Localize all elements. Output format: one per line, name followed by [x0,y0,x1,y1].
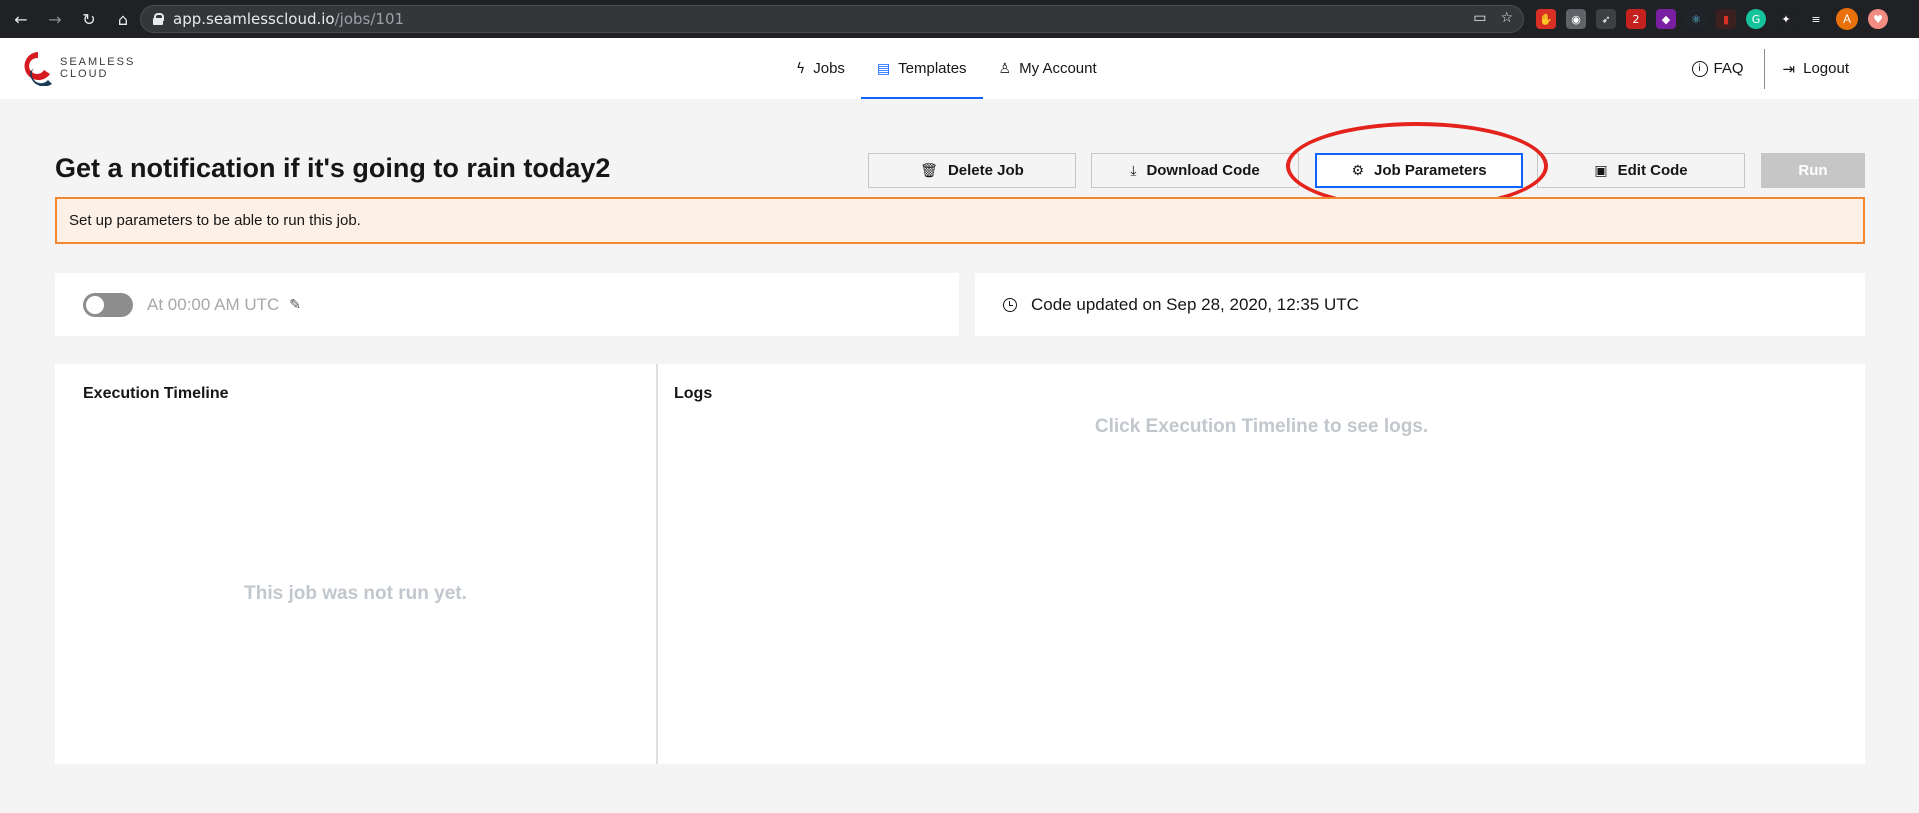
edit-schedule-icon[interactable]: ✎ [289,297,301,313]
user-icon: ♙ [998,60,1012,77]
download-icon: ⤓ [1130,162,1137,179]
reload-icon[interactable]: ↻ [76,6,102,32]
extension-rocket-icon[interactable]: ➶ [1596,9,1616,29]
execution-timeline-heading: Execution Timeline [83,385,229,402]
logs-heading: Logs [674,385,713,402]
extensions-bar: ✋ ◉ ➶ 2 ◆ ⚛ ▮ G ✦ ≡ A ♥ [1536,8,1888,30]
edit-code-button[interactable]: ▣ Edit Code [1537,153,1745,188]
back-icon[interactable]: ← [8,6,34,32]
bolt-icon: ϟ [796,60,806,77]
schedule-toggle[interactable] [83,292,133,317]
extension-react-icon[interactable]: ⚛ [1686,9,1706,29]
address-bar[interactable]: app.seamlesscloud.io/jobs/101 ▭ ☆ [140,5,1524,33]
code-updated-text: Code updated on Sep 28, 2020, 12:35 UTC [1031,294,1359,314]
logo-icon [24,52,52,86]
run-button[interactable]: Run [1761,153,1865,188]
execution-timeline-panel: Execution Timeline This job was not run … [55,364,656,764]
nav-jobs[interactable]: ϟ Jobs [780,38,861,99]
document-icon: ▤ [876,60,891,77]
logo-text: SEAMLESS CLOUD [60,56,136,80]
code-updated-tile: Code updated on Sep 28, 2020, 12:35 UTC [975,273,1865,336]
clock-icon [1003,297,1017,312]
extension-heart-icon[interactable]: ♥ [1868,9,1888,29]
extension-camera-icon[interactable]: ◉ [1566,9,1586,29]
extension-devtools-icon[interactable]: ▮ [1716,9,1736,29]
extension-hand-icon[interactable]: ✋ [1536,9,1556,29]
logout-icon: ⇥ [1782,59,1796,78]
header-right-nav: i FAQ ⇥ Logout [1691,38,1849,99]
faq-link[interactable]: i FAQ [1691,38,1764,99]
app-header: SEAMLESS CLOUD ϟ Jobs ▤ Templates ♙ My A… [0,38,1919,99]
delete-job-button[interactable]: 🗑 Delete Job [868,153,1076,188]
trash-icon: 🗑 [920,162,938,179]
extension-color-icon[interactable]: ◆ [1656,9,1676,29]
logs-panel: Logs Click Execution Timeline to see log… [658,364,1865,764]
extension-grammarly-icon[interactable]: G [1746,9,1766,29]
home-icon[interactable]: ⌂ [110,6,136,32]
forward-icon[interactable]: → [42,6,68,32]
browser-toolbar: ← → ↻ ⌂ app.seamlesscloud.io/jobs/101 ▭ … [0,0,1919,38]
parameters-warning: Set up parameters to be able to run this… [55,197,1865,244]
terminal-icon: ▣ [1594,162,1608,179]
extensions-puzzle-icon[interactable]: ✦ [1776,9,1796,29]
timeline-empty-message: This job was not run yet. [244,583,467,604]
gear-icon: ⚙ [1351,162,1364,179]
download-code-button[interactable]: ⤓ Download Code [1091,153,1299,188]
seamless-cloud-logo[interactable]: SEAMLESS CLOUD [22,50,135,86]
bookmark-star-icon[interactable]: ☆ [1500,10,1513,26]
job-parameters-button[interactable]: ⚙ Job Parameters [1315,153,1523,188]
schedule-tile: At 00:00 AM UTC ✎ [55,273,959,336]
info-icon: i [1691,60,1708,77]
profile-avatar[interactable]: A [1836,8,1858,30]
nav-my-account[interactable]: ♙ My Account [983,38,1113,99]
cast-icon[interactable]: ▭ [1473,10,1486,26]
nav-templates[interactable]: ▤ Templates [860,38,983,99]
url-text: app.seamlesscloud.io/jobs/101 [173,10,405,28]
extension-badge-icon[interactable]: 2 [1626,9,1646,29]
reading-list-icon[interactable]: ≡ [1806,9,1826,29]
main-nav: ϟ Jobs ▤ Templates ♙ My Account [780,38,1113,99]
schedule-text: At 00:00 AM UTC [147,294,280,314]
logs-empty-message: Click Execution Timeline to see logs. [1094,416,1429,437]
logout-link[interactable]: ⇥ Logout [1765,60,1849,78]
page-title: Get a notification if it's going to rain… [55,153,611,183]
lock-icon [153,13,164,25]
